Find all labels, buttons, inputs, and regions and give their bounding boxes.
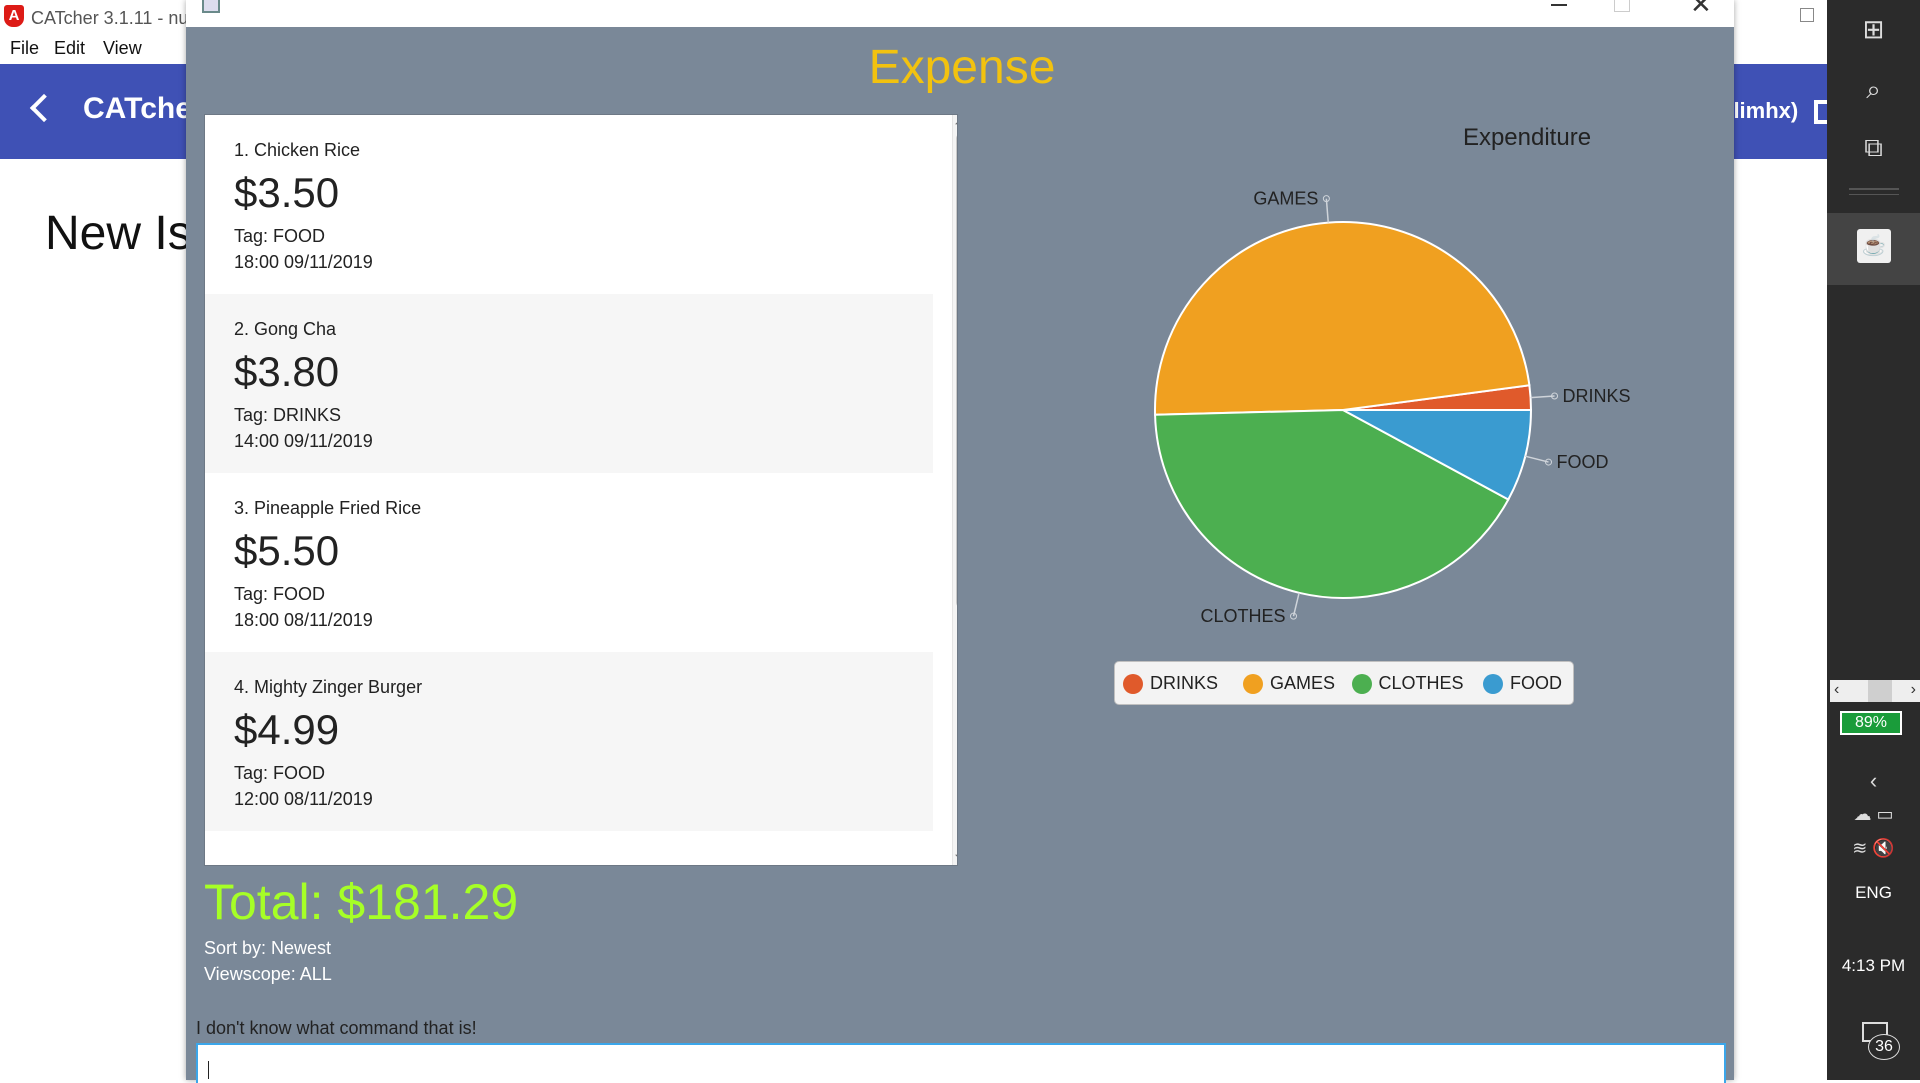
pie-label-line-drinks <box>1530 395 1555 399</box>
language-indicator[interactable]: ENG <box>1827 883 1920 903</box>
scrollbar-thumb[interactable] <box>1868 680 1892 702</box>
task-view-icon[interactable]: ⧉ <box>1827 132 1920 164</box>
onedrive-icon[interactable]: ☁ ▭ <box>1827 804 1920 825</box>
chevron-left-icon[interactable]: ‹ <box>1834 681 1839 699</box>
pie-label-drinks: DRINKS <box>1563 386 1631 406</box>
background-window-title: CATcher 3.1.11 - nus <box>31 8 198 28</box>
legend-label-clothes: CLOTHES <box>1378 673 1464 693</box>
pie-label-line-food <box>1525 455 1549 463</box>
menu-file[interactable]: File <box>10 38 39 59</box>
java-icon: ☕ <box>1857 229 1891 263</box>
pie-label-games: GAMES <box>1253 189 1318 209</box>
expense-window: ✕ Expense 1. Chicken Rice $3.50 Tag: FOO… <box>186 0 1734 1083</box>
legend-label-games: GAMES <box>1270 673 1336 693</box>
legend-marker-clothes <box>1351 674 1372 694</box>
legend-label-food: FOOD <box>1510 673 1562 693</box>
restore-icon[interactable] <box>1800 8 1814 22</box>
pie-label-line-clothes <box>1292 592 1300 617</box>
battery-indicator[interactable]: 89% <box>1840 711 1902 735</box>
notification-count[interactable]: 36 <box>1868 1034 1900 1060</box>
logout-icon[interactable] <box>1814 100 1828 124</box>
pie-slice-games <box>1154 220 1531 416</box>
legend-label-drinks: DRINKS <box>1150 673 1219 693</box>
windows-taskbar: ⊞ ⌕ ⧉ ☕ ‹ ☁ ▭ ≋ 🔇 <box>1827 0 1920 1080</box>
network-volume-icon[interactable]: ≋ 🔇 <box>1827 838 1920 859</box>
expenditure-pie-chart: DRINKS GAMES CLOTHES FOOD <box>1154 189 1631 626</box>
pie-label-clothes: CLOTHES <box>1200 606 1285 626</box>
taskbar-divider <box>1849 188 1899 190</box>
chevron-right-icon[interactable]: › <box>1911 681 1916 699</box>
windows-start-icon[interactable]: ⊞ <box>1827 14 1920 45</box>
legend-marker-games <box>1243 674 1263 694</box>
menu-view[interactable]: View <box>103 38 142 59</box>
taskbar-scrollbar[interactable]: ‹ › <box>1830 680 1920 702</box>
taskbar-divider <box>1849 194 1899 195</box>
legend-marker-drinks <box>1123 674 1143 694</box>
menu-edit[interactable]: Edit <box>54 38 85 59</box>
chart-legend: DRINKS GAMES CLOTHES FOOD <box>1114 661 1574 705</box>
clock[interactable]: 4:13 PM <box>1827 956 1920 976</box>
search-icon[interactable]: ⌕ <box>1827 74 1920 106</box>
background-app-name: CATche <box>83 92 192 125</box>
pie-label-line-games <box>1325 198 1329 223</box>
pie-label-food: FOOD <box>1557 452 1609 472</box>
chevron-left-icon[interactable]: ‹ <box>1827 768 1920 794</box>
background-page-heading: New Is <box>45 207 192 260</box>
legend-marker-food <box>1483 674 1503 694</box>
angular-logo-icon: A <box>4 5 24 27</box>
